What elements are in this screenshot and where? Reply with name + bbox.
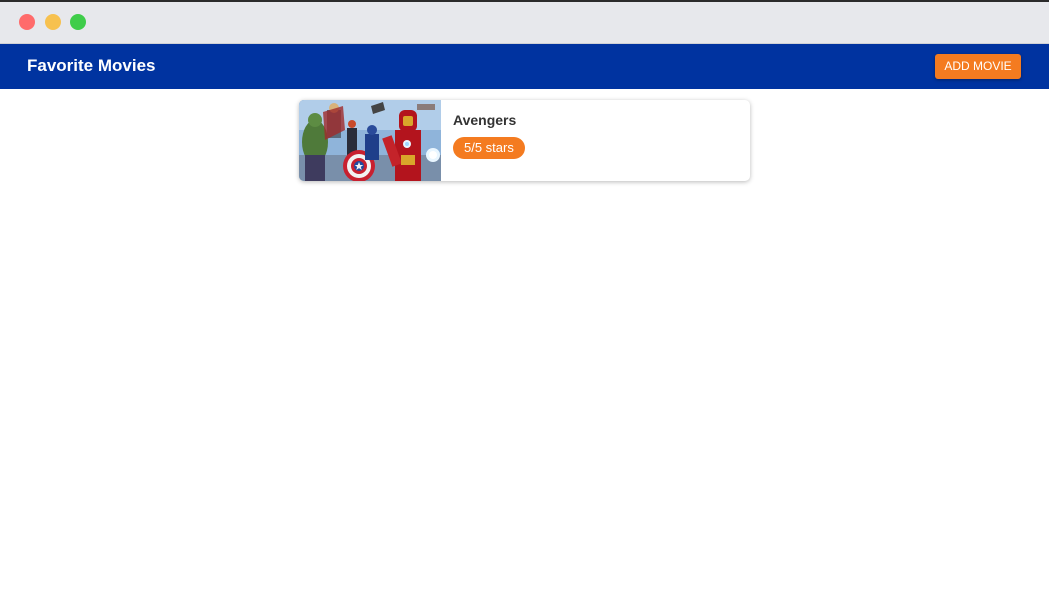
rating-badge: 5/5 stars xyxy=(453,137,525,159)
page-title: Favorite Movies xyxy=(27,56,156,75)
movie-poster-image xyxy=(299,100,441,181)
movie-title: Avengers xyxy=(453,112,517,128)
app-header: Favorite Movies ADD MOVIE xyxy=(0,44,1049,89)
maximize-dot-icon[interactable] xyxy=(70,14,86,30)
close-dot-icon[interactable] xyxy=(19,14,35,30)
movie-card[interactable]: Avengers 5/5 stars xyxy=(299,100,750,181)
minimize-dot-icon[interactable] xyxy=(45,14,61,30)
browser-window: Favorite Movies ADD MOVIE Avengers 5/5 s… xyxy=(0,0,1049,599)
window-titlebar xyxy=(0,2,1049,44)
add-movie-button[interactable]: ADD MOVIE xyxy=(935,54,1021,79)
